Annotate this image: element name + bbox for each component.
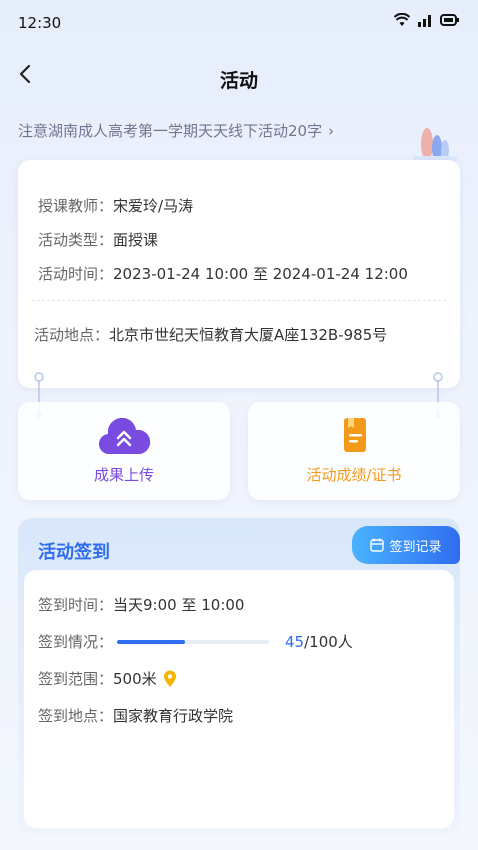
sign-time-key: 签到时间： (38, 596, 114, 614)
sign-progress-bar (117, 639, 270, 644)
sign-time-row: 签到时间： 当天9:00 至 10:00 (38, 594, 244, 615)
place-value: 北京市世纪天恒教育大厦A座132B-985号 (109, 326, 388, 344)
teacher-row: 授课教师：宋爱玲/马涛 (38, 195, 193, 216)
sign-time-value: 当天9:00 至 10:00 (113, 596, 245, 614)
sign-in-section: 活动签到 签到记录 签到时间： 当天9:00 至 10:00 签到情况： 45/1… (18, 518, 460, 834)
notice-link[interactable]: 注意湖南成人高考第一学期天天线下活动20字 › (18, 120, 334, 141)
sign-record-button[interactable]: 签到记录 (352, 526, 460, 564)
sign-in-card: 签到时间： 当天9:00 至 10:00 签到情况： 45/100人 签到范围： 5… (24, 570, 454, 828)
sign-place-row: 签到地点： 国家教育行政学院 (38, 705, 233, 726)
type-key: 活动类型： (38, 231, 114, 249)
calendar-icon (370, 538, 385, 552)
sign-total: /100人 (304, 633, 353, 651)
page-title: 活动 (219, 70, 258, 92)
sign-status-key: 签到情况： (38, 633, 114, 651)
decor-plant-illustration (413, 128, 457, 162)
cloud-upload-icon (99, 418, 151, 455)
sign-progress-fill (117, 639, 186, 644)
time-key: 活动时间： (38, 265, 114, 283)
wifi-icon (394, 13, 410, 26)
place-row: 活动地点：北京市世纪天恒教育大厦A座132B-985号 (34, 324, 387, 345)
upload-results-button[interactable]: 成果上传 (18, 402, 230, 500)
sign-record-label: 签到记录 (389, 539, 442, 555)
sign-range-value: 500米 (113, 670, 157, 688)
sign-status-row: 签到情况： 45/100人 (38, 631, 353, 652)
certificate-label: 活动成绩/证书 (306, 466, 402, 484)
notice-text: 注意湖南成人高考第一学期天天线下活动20字 (18, 122, 323, 140)
teacher-key: 授课教师： (38, 197, 114, 215)
place-key: 活动地点： (34, 326, 110, 344)
sign-place-key: 签到地点： (38, 707, 114, 725)
sign-count: 45 (285, 632, 305, 651)
status-icons (394, 13, 460, 27)
certificate-icon (344, 418, 366, 452)
chevron-right-icon: › (328, 121, 335, 140)
sign-range-key: 签到范围： (38, 670, 114, 688)
certificate-button[interactable]: 活动成绩/证书 (248, 402, 460, 500)
battery-icon (440, 14, 459, 26)
signal-icon (418, 15, 431, 27)
sign-place-value: 国家教育行政学院 (113, 707, 234, 725)
location-pin-icon (163, 670, 176, 687)
sign-range-row: 签到范围： 500米 (38, 668, 177, 689)
type-row: 活动类型：面授课 (38, 229, 158, 250)
teacher-value: 宋爱玲/马涛 (113, 197, 194, 215)
status-time: 12:30 (18, 14, 62, 32)
upload-label: 成果上传 (93, 466, 154, 484)
time-value: 2023-01-24 10:00 至 2024-01-24 12:00 (113, 265, 408, 283)
type-value: 面授课 (113, 231, 159, 249)
activity-info-card: 授课教师：宋爱玲/马涛 活动类型：面授课 活动时间：2023-01-24 10:… (18, 160, 460, 388)
divider (32, 300, 446, 301)
time-row: 活动时间：2023-01-24 10:00 至 2024-01-24 12:00 (38, 263, 408, 284)
sign-in-title: 活动签到 (38, 542, 110, 563)
